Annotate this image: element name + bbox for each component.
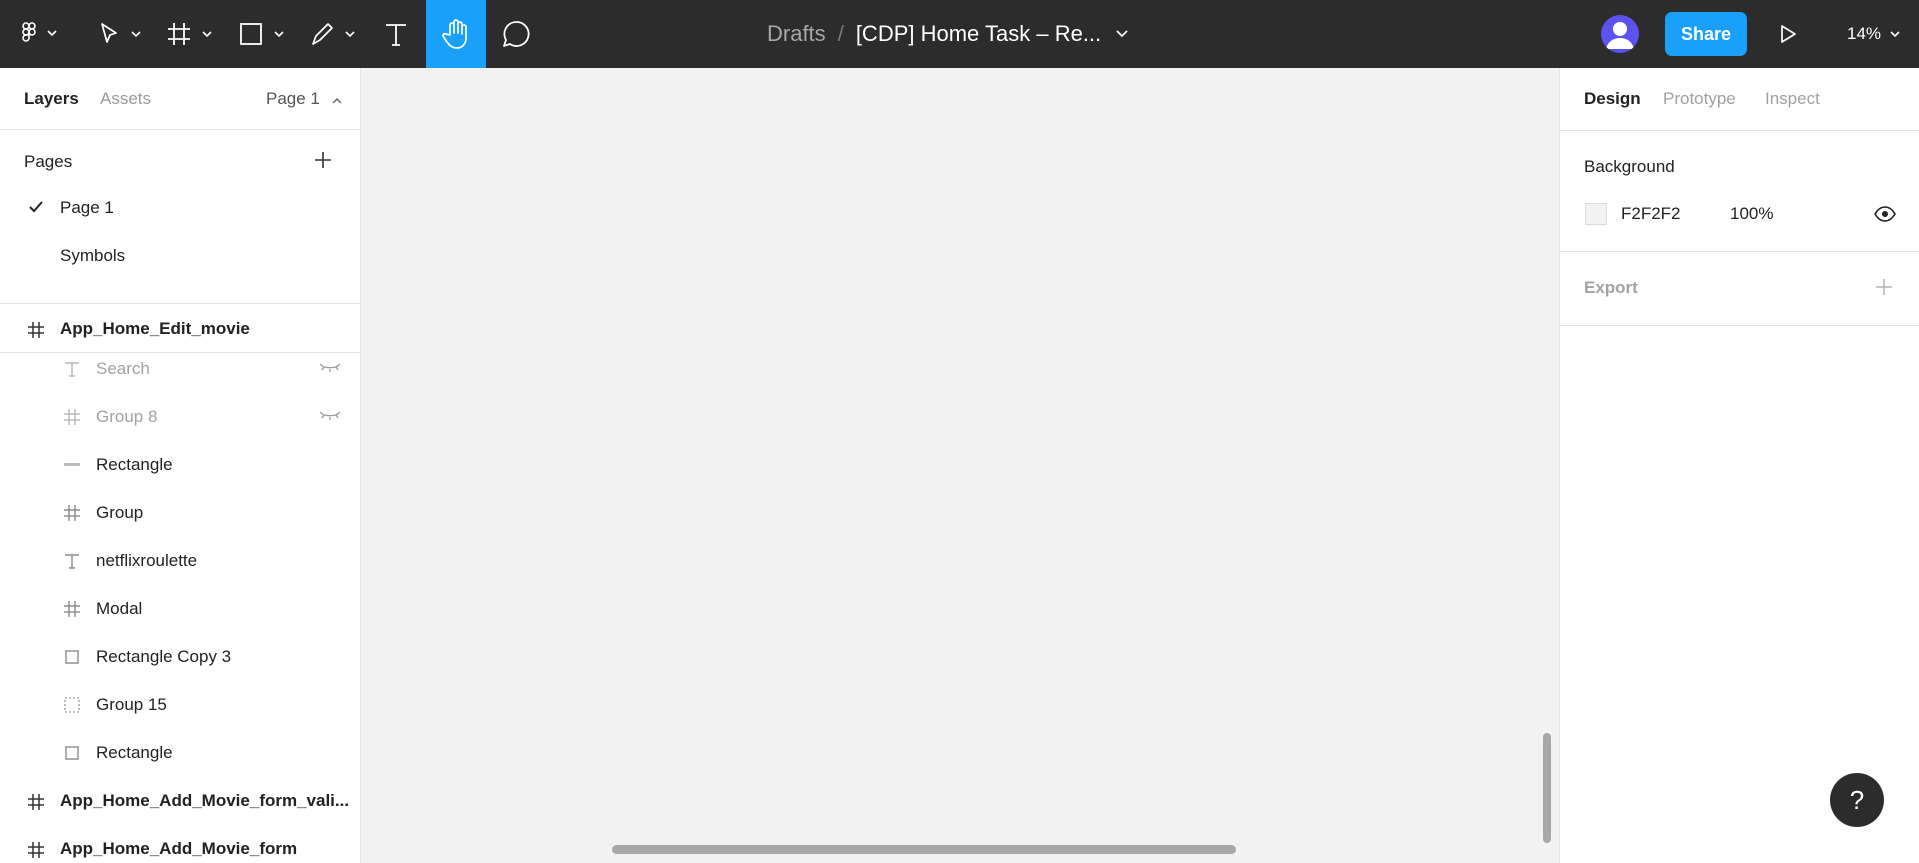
avatar[interactable] xyxy=(1601,15,1639,53)
chevron-up-icon xyxy=(331,90,343,110)
vertical-scrollbar[interactable] xyxy=(1543,733,1551,843)
layer-row[interactable]: Group 15 xyxy=(0,685,360,725)
background-color-swatch[interactable] xyxy=(1585,203,1607,225)
layer-row[interactable]: Rectangle Copy 3 xyxy=(0,637,360,677)
page-selector-label: Page 1 xyxy=(266,89,320,108)
text-icon xyxy=(62,551,82,571)
export-heading: Export xyxy=(1584,278,1638,297)
toolbar: Drafts / [CDP] Home Task – Re... Share 1… xyxy=(0,0,1919,68)
properties-panel: Design Prototype Inspect Background F2F2… xyxy=(1559,68,1919,863)
breadcrumb-drafts[interactable]: Drafts xyxy=(767,21,826,47)
page-item-page-1[interactable]: Page 1 xyxy=(60,198,114,218)
checkmark-icon xyxy=(28,200,44,219)
pen-tool-button[interactable] xyxy=(307,0,361,68)
frame-icon xyxy=(27,841,45,863)
share-button[interactable]: Share xyxy=(1665,12,1747,56)
page-selector[interactable]: Page 1 xyxy=(266,89,343,110)
background-heading: Background xyxy=(1584,157,1675,176)
frame-name: App_Home_Add_Movie_form xyxy=(60,839,298,858)
text-tool-icon xyxy=(383,20,409,48)
layer-name: Group 15 xyxy=(96,695,167,714)
eye-hidden-icon[interactable] xyxy=(319,360,341,378)
divider xyxy=(1560,251,1919,252)
file-title[interactable]: [CDP] Home Task – Re... xyxy=(856,21,1101,47)
pen-tool-icon xyxy=(308,20,360,48)
layer-row[interactable]: Modal xyxy=(0,589,360,629)
background-hex-input[interactable]: F2F2F2 xyxy=(1621,204,1681,224)
frame-name: App_Home_Add_Movie_form_vali... xyxy=(60,791,350,810)
line-icon xyxy=(62,455,82,475)
add-page-icon[interactable] xyxy=(313,150,333,175)
layers-panel: Layers Assets Page 1 Pages Page 1 Symbol… xyxy=(0,68,361,863)
figma-menu-icon xyxy=(19,21,61,47)
layer-name: Group xyxy=(96,503,144,522)
right-panel-tabs: Design Prototype Inspect xyxy=(1560,68,1919,131)
help-button[interactable]: ? xyxy=(1830,773,1884,827)
play-icon xyxy=(1778,23,1798,45)
divider xyxy=(0,303,360,304)
tab-assets[interactable]: Assets xyxy=(100,89,151,109)
layer-name: Rectangle xyxy=(96,743,173,762)
shape-tool-button[interactable] xyxy=(236,0,290,68)
layer-name: Rectangle xyxy=(96,455,173,474)
page-item-symbols[interactable]: Symbols xyxy=(60,246,125,266)
layer-name: netflixroulette xyxy=(96,551,198,570)
tab-layers[interactable]: Layers xyxy=(24,89,79,109)
canvas[interactable] xyxy=(361,68,1559,863)
frame-icon xyxy=(62,503,82,523)
tab-prototype[interactable]: Prototype xyxy=(1663,89,1736,109)
chevron-down-icon[interactable] xyxy=(1115,29,1129,39)
add-export-icon[interactable] xyxy=(1874,277,1894,302)
divider xyxy=(1560,325,1919,326)
eye-icon[interactable] xyxy=(1874,206,1896,227)
hand-tool-button[interactable] xyxy=(426,0,486,68)
shape-tool-icon xyxy=(237,20,289,48)
breadcrumb-separator: / xyxy=(837,21,844,46)
layer-name: Group 8 xyxy=(96,407,158,426)
layer-row[interactable]: Rectangle xyxy=(0,733,360,773)
move-tool-icon xyxy=(94,20,144,48)
group-icon xyxy=(62,695,82,715)
frame-icon xyxy=(62,599,82,619)
zoom-menu[interactable]: 14% xyxy=(1847,0,1901,68)
text-tool-button[interactable] xyxy=(378,0,414,68)
present-button[interactable] xyxy=(1770,0,1806,68)
layer-row[interactable]: netflixroulette xyxy=(0,541,360,581)
rectangle-icon xyxy=(62,743,82,763)
comment-tool-button[interactable] xyxy=(496,0,536,68)
frame-tool-button[interactable] xyxy=(164,0,218,68)
layer-name: Modal xyxy=(96,599,143,618)
horizontal-scrollbar[interactable] xyxy=(612,845,1236,854)
frame-icon xyxy=(62,407,82,427)
frame-icon xyxy=(27,793,45,816)
frame-tool-icon xyxy=(165,20,217,48)
comment-tool-icon xyxy=(501,19,531,49)
layer-frame-row[interactable]: App_Home_Edit_movie xyxy=(0,306,360,353)
layer-row[interactable]: Group xyxy=(0,493,360,533)
eye-hidden-icon[interactable] xyxy=(319,408,341,426)
frame-name: App_Home_Edit_movie xyxy=(60,319,250,338)
move-tool-button[interactable] xyxy=(92,0,146,68)
frame-icon xyxy=(27,321,45,344)
layer-frame-row[interactable]: App_Home_Add_Movie_form_vali... xyxy=(0,778,360,824)
pages-heading: Pages xyxy=(24,152,73,171)
background-opacity-input[interactable]: 100% xyxy=(1730,204,1773,224)
tab-inspect[interactable]: Inspect xyxy=(1765,89,1820,109)
tab-design[interactable]: Design xyxy=(1584,89,1641,109)
chevron-down-icon xyxy=(1889,30,1901,38)
layer-name: Search xyxy=(96,359,150,378)
layer-name: Rectangle Copy 3 xyxy=(96,647,232,666)
layer-row[interactable]: Search xyxy=(0,349,360,389)
hand-tool-icon xyxy=(441,18,471,50)
layer-row[interactable]: Rectangle xyxy=(0,445,360,485)
zoom-level: 14% xyxy=(1847,24,1882,43)
layer-row[interactable]: Group 8 xyxy=(0,397,360,437)
left-panel-tabs: Layers Assets Page 1 xyxy=(0,68,360,130)
figma-menu-button[interactable] xyxy=(14,0,66,68)
text-icon xyxy=(62,359,82,379)
breadcrumb: Drafts / [CDP] Home Task – Re... xyxy=(767,0,1129,68)
rectangle-icon xyxy=(62,647,82,667)
layer-frame-row[interactable]: App_Home_Add_Movie_form xyxy=(0,826,360,863)
